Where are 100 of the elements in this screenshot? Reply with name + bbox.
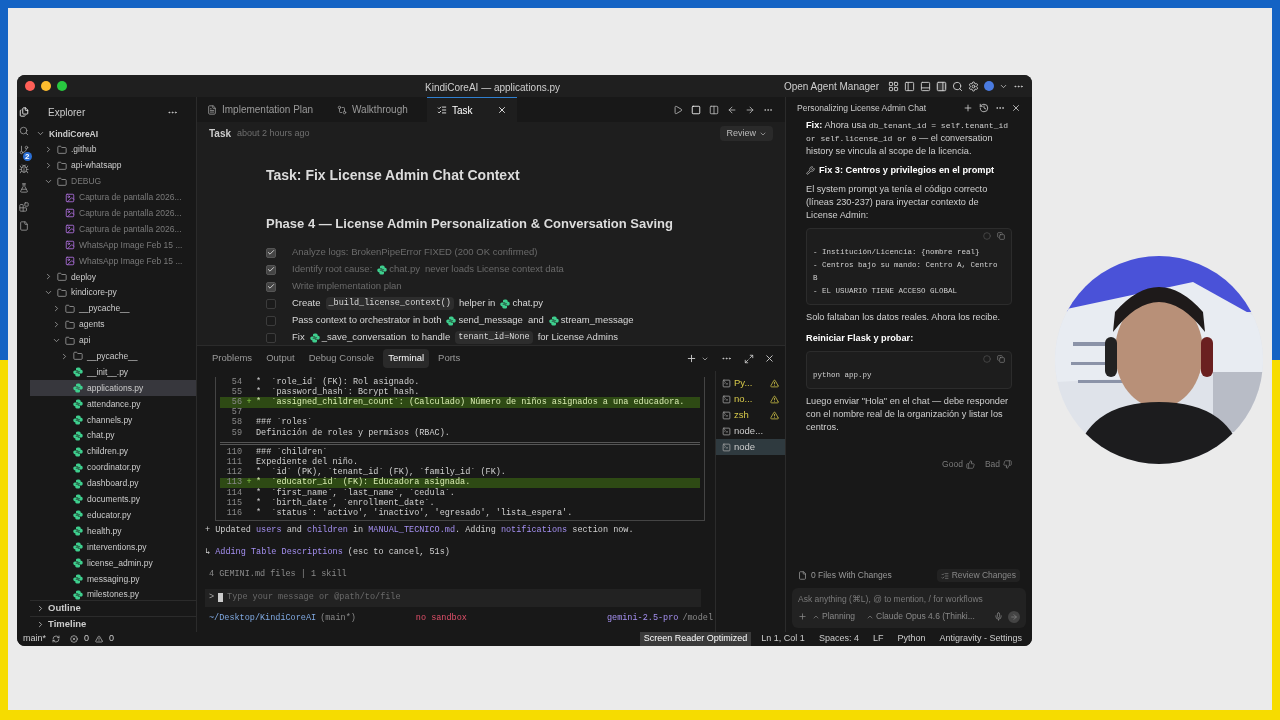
file-item[interactable]: chat.py <box>30 427 196 444</box>
status-item[interactable]: Screen Reader Optimized <box>639 632 752 646</box>
checkbox[interactable] <box>266 281 276 292</box>
terminal-item[interactable]: node... <box>716 423 785 439</box>
section-header[interactable]: Outline <box>30 600 196 616</box>
file-link[interactable]: chat.py <box>500 296 544 311</box>
folder-item[interactable]: __pycache__ <box>30 348 196 365</box>
terminal-item[interactable]: Py... <box>716 375 785 391</box>
terminal-item[interactable]: node <box>716 439 785 455</box>
prompt-field[interactable]: > Type your message or @path/to/file <box>205 588 701 607</box>
mode-selector[interactable]: Planning <box>812 610 856 623</box>
checkbox[interactable] <box>266 298 276 309</box>
file-item[interactable]: milestones.py <box>30 586 196 600</box>
close-window-button[interactable] <box>25 81 35 91</box>
file-item[interactable]: applications.py <box>30 380 196 397</box>
file-icon[interactable] <box>18 221 29 231</box>
review-changes-button[interactable]: Review Changes <box>936 569 1020 582</box>
extensions-icon[interactable] <box>18 202 29 212</box>
sync-icon[interactable] <box>52 635 60 643</box>
close-icon[interactable] <box>1011 103 1021 113</box>
flask-icon[interactable] <box>18 183 29 193</box>
status-item[interactable]: Ln 1, Col 1 <box>757 632 809 646</box>
file-link[interactable]: send_message <box>446 313 523 328</box>
search-icon[interactable] <box>952 80 963 92</box>
checkbox[interactable] <box>266 315 276 326</box>
microphone-icon[interactable] <box>994 612 1003 622</box>
new-terminal-icon[interactable] <box>686 353 697 364</box>
folder-item[interactable]: DEBUG <box>30 173 196 190</box>
terminal-item[interactable]: zsh <box>716 407 785 423</box>
panel-tab[interactable]: Debug Console <box>303 349 380 368</box>
run-icon[interactable] <box>673 104 683 115</box>
file-link[interactable]: stream_message <box>548 313 634 328</box>
file-item[interactable]: channels.py <box>30 412 196 428</box>
forward-icon[interactable] <box>745 104 755 115</box>
status-item[interactable]: LF <box>868 632 888 646</box>
chat-input[interactable]: Ask anything (⌘L), @ to mention, / for workflows Planning Claude Opus 4.6 (Thinki... <box>792 587 1026 628</box>
status-item[interactable]: Python <box>893 632 930 646</box>
editor-tab[interactable]: Walkthrough <box>327 97 427 122</box>
send-button[interactable] <box>1008 610 1020 623</box>
settings-icon[interactable] <box>968 80 979 92</box>
folder-item[interactable]: deploy <box>30 269 196 285</box>
bad-feedback-button[interactable]: Bad <box>984 458 1012 471</box>
editor-tab[interactable]: Implementation Plan <box>197 97 327 122</box>
file-item[interactable]: messaging.py <box>30 570 196 587</box>
good-feedback-button[interactable]: Good <box>942 458 975 471</box>
folder-item[interactable]: __pycache__ <box>30 300 196 317</box>
editor-tab[interactable]: Task <box>427 97 517 122</box>
zoom-window-button[interactable] <box>57 81 67 91</box>
folder-item[interactable]: api-whatsapp <box>30 157 196 174</box>
folder-item[interactable]: KindiCoreAI <box>30 126 196 142</box>
folder-item[interactable]: kindicore-py <box>30 284 196 301</box>
file-item[interactable]: WhatsApp Image Feb 15 ... <box>30 237 196 254</box>
panel-tab[interactable]: Problems <box>207 349 258 368</box>
minimize-window-button[interactable] <box>41 81 51 91</box>
split-editor-icon[interactable] <box>709 104 719 115</box>
panel-tab[interactable]: Terminal <box>383 349 430 368</box>
sidebar-toggle-icon[interactable] <box>904 80 915 92</box>
file-link[interactable]: _save_conversation <box>309 330 407 345</box>
checkbox[interactable] <box>266 247 276 258</box>
checkbox[interactable] <box>266 264 276 275</box>
new-chat-icon[interactable] <box>963 103 973 113</box>
file-item[interactable]: WhatsApp Image Feb 15 ... <box>30 253 196 269</box>
file-item[interactable]: health.py <box>30 523 196 540</box>
folder-item[interactable]: agents <box>30 316 196 333</box>
explorer-icon[interactable] <box>18 107 29 117</box>
file-item[interactable]: interventions.py <box>30 539 196 556</box>
back-icon[interactable] <box>727 104 737 115</box>
file-item[interactable]: coordinator.py <box>30 459 196 476</box>
folder-item[interactable]: api <box>30 332 196 349</box>
secondary-sidebar-icon[interactable] <box>936 80 947 92</box>
account-icon[interactable] <box>984 81 994 91</box>
add-icon[interactable] <box>798 612 807 622</box>
model-selector[interactable]: Claude Opus 4.6 (Thinki... <box>866 610 975 623</box>
terminal-item[interactable]: no... <box>716 391 785 407</box>
file-item[interactable]: educator.py <box>30 507 196 524</box>
file-item[interactable]: attendance.py <box>30 396 196 413</box>
review-button[interactable]: Review <box>720 125 773 142</box>
status-item[interactable]: Antigravity - Settings <box>935 632 1026 646</box>
status-item[interactable]: Spaces: 4 <box>814 632 863 646</box>
layout-icon[interactable] <box>888 80 899 92</box>
branch-status[interactable]: main* <box>23 632 46 646</box>
file-item[interactable]: __init__.py <box>30 364 196 381</box>
checkbox[interactable] <box>266 332 276 343</box>
file-item[interactable]: documents.py <box>30 491 196 508</box>
preview-icon[interactable] <box>691 104 701 115</box>
close-tab-icon[interactable] <box>497 105 507 115</box>
panel-toggle-icon[interactable] <box>920 80 931 92</box>
file-item[interactable]: dashboard.py <box>30 475 196 492</box>
file-item[interactable]: Captura de pantalla 2026... <box>30 205 196 222</box>
panel-tab[interactable]: Output <box>261 349 300 368</box>
history-icon[interactable] <box>979 103 989 113</box>
search-icon[interactable] <box>18 126 29 136</box>
agent-manager-link[interactable]: Open Agent Manager <box>783 78 879 94</box>
file-item[interactable]: Captura de pantalla 2026... <box>30 221 196 238</box>
close-icon[interactable] <box>764 353 775 364</box>
debug-icon[interactable] <box>18 164 29 174</box>
source-control-icon[interactable] <box>18 145 29 155</box>
message-input[interactable]: Type your message or @path/to/file <box>227 591 701 605</box>
file-item[interactable]: license_admin.py <box>30 555 196 571</box>
file-item[interactable]: Captura de pantalla 2026... <box>30 189 196 206</box>
